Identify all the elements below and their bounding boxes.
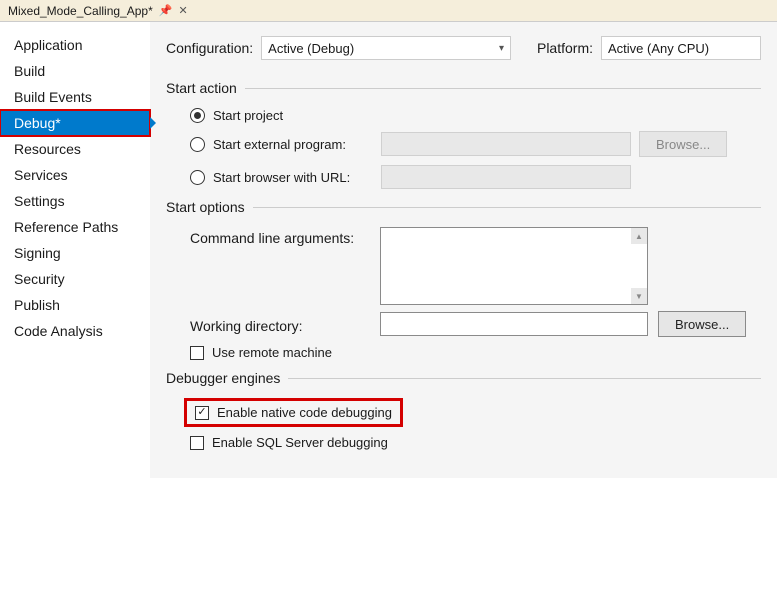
- start-options-heading: Start options: [166, 199, 245, 215]
- working-dir-input[interactable]: [380, 312, 648, 336]
- working-dir-label: Working directory:: [190, 315, 370, 334]
- start-project-label: Start project: [213, 108, 283, 123]
- sidebar-item-reference-paths[interactable]: Reference Paths: [0, 214, 150, 240]
- sidebar-item-build-events[interactable]: Build Events: [0, 84, 150, 110]
- cmd-args-textarea[interactable]: ▲ ▼: [380, 227, 648, 305]
- browse-working-dir-button[interactable]: Browse...: [658, 311, 746, 337]
- enable-sql-checkbox[interactable]: [190, 436, 204, 450]
- tab-bar: Mixed_Mode_Calling_App* 📌 ✕: [0, 0, 777, 22]
- tab-title: Mixed_Mode_Calling_App*: [8, 4, 153, 18]
- sidebar: Application Build Build Events Debug* Re…: [0, 22, 150, 478]
- start-browser-radio[interactable]: [190, 170, 205, 185]
- sidebar-item-debug[interactable]: Debug*: [0, 110, 150, 136]
- sidebar-item-resources[interactable]: Resources: [0, 136, 150, 162]
- start-external-label: Start external program:: [213, 137, 373, 152]
- configuration-label: Configuration:: [166, 40, 253, 56]
- configuration-value: Active (Debug): [268, 41, 354, 56]
- divider: [288, 378, 761, 379]
- platform-label: Platform:: [537, 40, 593, 56]
- content-panel: Configuration: Active (Debug) ▾ Platform…: [150, 22, 777, 478]
- sidebar-item-code-analysis[interactable]: Code Analysis: [0, 318, 150, 344]
- start-external-radio[interactable]: [190, 137, 205, 152]
- sidebar-item-publish[interactable]: Publish: [0, 292, 150, 318]
- debugger-engines-heading: Debugger engines: [166, 370, 280, 386]
- configuration-combo[interactable]: Active (Debug) ▾: [261, 36, 511, 60]
- browse-external-button[interactable]: Browse...: [639, 131, 727, 157]
- divider: [245, 88, 761, 89]
- sidebar-item-services[interactable]: Services: [0, 162, 150, 188]
- platform-value: Active (Any CPU): [608, 41, 709, 56]
- sidebar-item-build[interactable]: Build: [0, 58, 150, 84]
- sidebar-item-security[interactable]: Security: [0, 266, 150, 292]
- highlight-enable-native: ✓ Enable native code debugging: [184, 398, 403, 427]
- enable-native-checkbox[interactable]: ✓: [195, 406, 209, 420]
- platform-combo[interactable]: Active (Any CPU): [601, 36, 761, 60]
- close-icon[interactable]: ✕: [178, 4, 187, 17]
- divider: [253, 207, 761, 208]
- sidebar-item-settings[interactable]: Settings: [0, 188, 150, 214]
- start-browser-label: Start browser with URL:: [213, 170, 373, 185]
- sidebar-item-application[interactable]: Application: [0, 32, 150, 58]
- use-remote-label: Use remote machine: [212, 345, 332, 360]
- start-external-input[interactable]: [381, 132, 631, 156]
- scroll-up-icon[interactable]: ▲: [631, 228, 647, 244]
- sidebar-item-signing[interactable]: Signing: [0, 240, 150, 266]
- use-remote-checkbox[interactable]: [190, 346, 204, 360]
- start-project-radio[interactable]: [190, 108, 205, 123]
- cmd-args-label: Command line arguments:: [190, 227, 370, 246]
- start-browser-input[interactable]: [381, 165, 631, 189]
- enable-sql-label: Enable SQL Server debugging: [212, 435, 388, 450]
- start-action-heading: Start action: [166, 80, 237, 96]
- enable-native-label: Enable native code debugging: [217, 405, 392, 420]
- pin-icon[interactable]: 📌: [159, 4, 173, 17]
- document-tab[interactable]: Mixed_Mode_Calling_App* 📌 ✕: [0, 0, 196, 21]
- chevron-down-icon: ▾: [499, 43, 504, 54]
- scroll-down-icon[interactable]: ▼: [631, 288, 647, 304]
